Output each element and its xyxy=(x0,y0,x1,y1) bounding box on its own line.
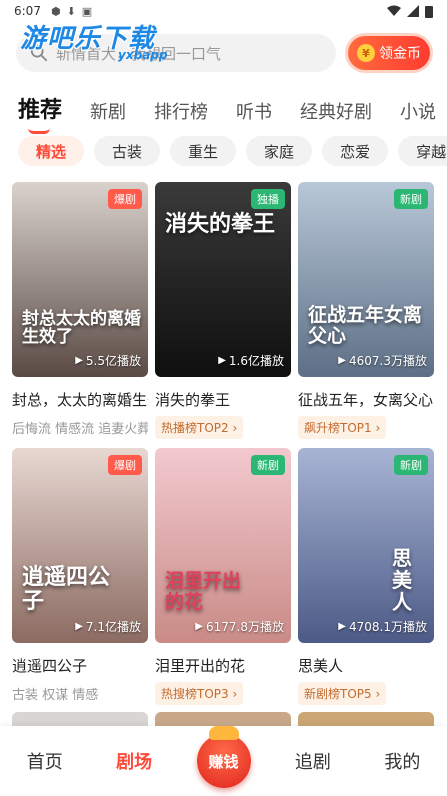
drama-title[interactable]: 泪里开出的花 xyxy=(155,655,291,676)
status-badge: 新剧 xyxy=(394,455,428,475)
claim-coins-label: 领金币 xyxy=(379,46,421,62)
tab-recommend[interactable]: 推荐 xyxy=(18,92,62,134)
drama-poster[interactable]: 逍遥四公子 爆剧 ▶ 7.1亿播放 xyxy=(12,448,148,643)
rank-tag[interactable]: 飙升榜TOP1 › xyxy=(298,416,387,439)
poster-title: 征战五年女离父心 xyxy=(308,304,423,348)
tab-audiobook[interactable]: 听书 xyxy=(236,98,272,124)
rank-tag[interactable]: 热搜榜TOP3 › xyxy=(155,682,244,705)
play-icon: ▶ xyxy=(338,621,346,632)
drama-card[interactable]: 逍遥四公子 爆剧 ▶ 7.1亿播放 逍遥四公子 古装 权谋 情感 xyxy=(12,448,148,703)
play-icon: ▶ xyxy=(75,355,83,366)
play-count: ▶ 4607.3万播放 xyxy=(338,354,427,368)
rank-tag[interactable]: 新剧榜TOP5 › xyxy=(298,682,387,705)
play-count: ▶ 6177.8万播放 xyxy=(195,620,284,634)
play-count: ▶ 5.5亿播放 xyxy=(75,354,141,368)
play-count: ▶ 4708.1万播放 xyxy=(338,620,427,634)
chip-costume[interactable]: 古装 xyxy=(94,136,161,166)
drama-title[interactable]: 征战五年，女离父心 xyxy=(298,389,434,410)
play-count: ▶ 7.1亿播放 xyxy=(75,620,141,634)
drama-title[interactable]: 封总，太太的离婚生效了 xyxy=(12,389,148,410)
notification-icon: ▣ xyxy=(81,4,93,18)
battery-icon xyxy=(425,5,433,18)
chip-featured[interactable]: 精选 xyxy=(18,136,85,166)
poster-title: 逍遥四公子 xyxy=(22,563,111,614)
status-badge: 爆剧 xyxy=(108,189,142,209)
wifi-icon xyxy=(387,5,401,16)
nav-following[interactable]: 追剧 xyxy=(268,748,357,774)
drama-title[interactable]: 思美人 xyxy=(298,655,434,676)
drama-tags: 古装 权谋 情感 xyxy=(12,688,99,703)
tab-novel[interactable]: 小说 xyxy=(400,98,436,124)
nav-theater[interactable]: 剧场 xyxy=(89,748,178,774)
poster-title: 消失的拳王 xyxy=(165,211,276,237)
chip-family[interactable]: 家庭 xyxy=(246,136,313,166)
status-badge: 新剧 xyxy=(251,455,285,475)
drama-card[interactable]: 思美人 新剧 ▶ 4708.1万播放 思美人 新剧榜TOP5 › xyxy=(298,448,434,705)
drama-poster[interactable]: 消失的拳王 独播 ▶ 1.6亿播放 xyxy=(155,182,291,377)
drama-poster-peek[interactable] xyxy=(12,712,148,726)
chip-rebirth[interactable]: 重生 xyxy=(170,136,237,166)
play-icon: ▶ xyxy=(75,621,83,632)
status-time: 6:07 xyxy=(14,4,41,18)
status-badge: 独播 xyxy=(251,189,285,209)
play-icon: ▶ xyxy=(195,621,203,632)
active-tab-indicator xyxy=(28,128,50,134)
category-chips: 精选 古装 重生 家庭 恋爱 穿越 xyxy=(18,136,447,168)
drama-tags: 后悔流 情感流 追妻火葬场 xyxy=(12,422,148,437)
claim-coins-button[interactable]: ¥ 领金币 xyxy=(348,36,430,70)
android-icon: ⬢ xyxy=(50,4,61,18)
nav-earn-button[interactable]: 赚钱 xyxy=(196,726,251,788)
tab-new[interactable]: 新剧 xyxy=(90,98,126,124)
download-icon: ⬇ xyxy=(66,4,76,18)
poster-title: 思美人 xyxy=(392,546,412,614)
drama-card[interactable]: 封总太太的离婚生效了 爆剧 ▶5.5亿播放 封总，太太的离婚生效了 后悔流 情感… xyxy=(12,182,148,437)
drama-poster-peek[interactable] xyxy=(298,712,434,726)
drama-poster[interactable]: 泪里开出的花 新剧 ▶ 6177.8万播放 xyxy=(155,448,291,643)
coin-icon: ¥ xyxy=(357,44,375,62)
drama-card[interactable]: 征战五年女离父心 新剧 ▶ 4607.3万播放 征战五年，女离父心 飙升榜TOP1… xyxy=(298,182,434,439)
rank-tag[interactable]: 热播榜TOP2 › xyxy=(155,416,244,439)
drama-poster-peek[interactable] xyxy=(155,712,291,726)
chip-romance[interactable]: 恋爱 xyxy=(322,136,389,166)
signal-icon xyxy=(407,5,419,17)
drama-card[interactable]: 泪里开出的花 新剧 ▶ 6177.8万播放 泪里开出的花 热搜榜TOP3 › xyxy=(155,448,291,705)
status-badge: 爆剧 xyxy=(108,455,142,475)
play-count: ▶ 1.6亿播放 xyxy=(218,354,284,368)
main-tabs: 推荐 新剧 排行榜 听书 经典好剧 小说 xyxy=(18,88,447,134)
play-icon: ▶ xyxy=(338,355,346,366)
drama-card[interactable]: 消失的拳王 独播 ▶ 1.6亿播放 消失的拳王 热播榜TOP2 › xyxy=(155,182,291,439)
status-badge: 新剧 xyxy=(394,189,428,209)
poster-title: 泪里开出的花 xyxy=(165,570,242,614)
nav-home[interactable]: 首页 xyxy=(0,748,89,774)
play-icon: ▶ xyxy=(218,355,226,366)
drama-title[interactable]: 逍遥四公子 xyxy=(12,655,148,676)
bottom-nav: 首页 剧场 赚钱 追剧 我的 xyxy=(0,726,447,796)
nav-profile[interactable]: 我的 xyxy=(358,748,447,774)
drama-poster[interactable]: 征战五年女离父心 新剧 ▶ 4607.3万播放 xyxy=(298,182,434,377)
red-envelope-icon xyxy=(208,726,239,740)
drama-poster[interactable]: 思美人 新剧 ▶ 4708.1万播放 xyxy=(298,448,434,643)
chip-time-travel[interactable]: 穿越 xyxy=(398,136,447,166)
watermark-small: yxbapp xyxy=(118,48,168,62)
tab-classic[interactable]: 经典好剧 xyxy=(300,98,372,124)
poster-title: 封总太太的离婚生效了 xyxy=(22,308,141,348)
tab-ranking[interactable]: 排行榜 xyxy=(154,98,208,124)
drama-title[interactable]: 消失的拳王 xyxy=(155,389,291,410)
drama-poster[interactable]: 封总太太的离婚生效了 爆剧 ▶ 5.5亿播放 xyxy=(12,182,148,377)
